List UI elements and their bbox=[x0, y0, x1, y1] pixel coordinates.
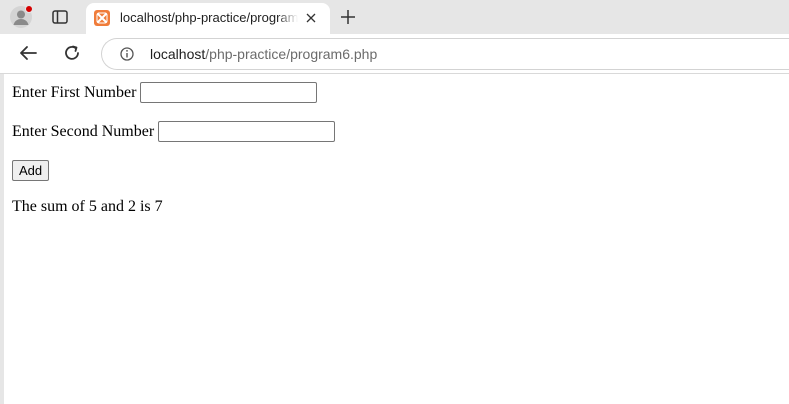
address-host: localhost bbox=[150, 46, 206, 62]
tab-title: localhost/php-practice/program6.php bbox=[120, 10, 298, 25]
info-icon[interactable] bbox=[120, 47, 134, 61]
second-number-row: Enter Second Number bbox=[12, 121, 336, 142]
first-number-label: Enter First Number bbox=[12, 83, 137, 101]
add-button[interactable]: Add bbox=[12, 160, 50, 181]
back-arrow-icon[interactable] bbox=[18, 43, 38, 63]
close-icon[interactable] bbox=[304, 11, 318, 25]
second-number-label: Enter Second Number bbox=[12, 122, 155, 140]
address-bar[interactable]: localhost/php-practice/program6.php bbox=[101, 38, 789, 70]
reload-icon[interactable] bbox=[62, 43, 82, 63]
result-text: The sum of 5 and 2 is 7 bbox=[12, 198, 163, 215]
notification-badge bbox=[25, 5, 33, 13]
first-number-input[interactable] bbox=[140, 82, 318, 103]
page-content: Enter First Number Enter Second Number A… bbox=[4, 74, 789, 404]
tab-strip: localhost/php-practice/program6.php bbox=[0, 0, 789, 34]
profile-avatar-icon[interactable] bbox=[10, 5, 33, 28]
address-path: /php-practice/program6.php bbox=[205, 46, 378, 62]
browser-toolbar: localhost/php-practice/program6.php bbox=[0, 34, 789, 74]
active-tab[interactable]: localhost/php-practice/program6.php bbox=[86, 3, 330, 34]
first-number-row: Enter First Number bbox=[12, 82, 318, 103]
plus-icon[interactable] bbox=[338, 7, 358, 27]
xampp-icon bbox=[94, 10, 110, 26]
second-number-input[interactable] bbox=[158, 121, 336, 142]
address-url[interactable]: localhost/php-practice/program6.php bbox=[150, 46, 377, 62]
tab-search-icon[interactable] bbox=[50, 8, 70, 26]
